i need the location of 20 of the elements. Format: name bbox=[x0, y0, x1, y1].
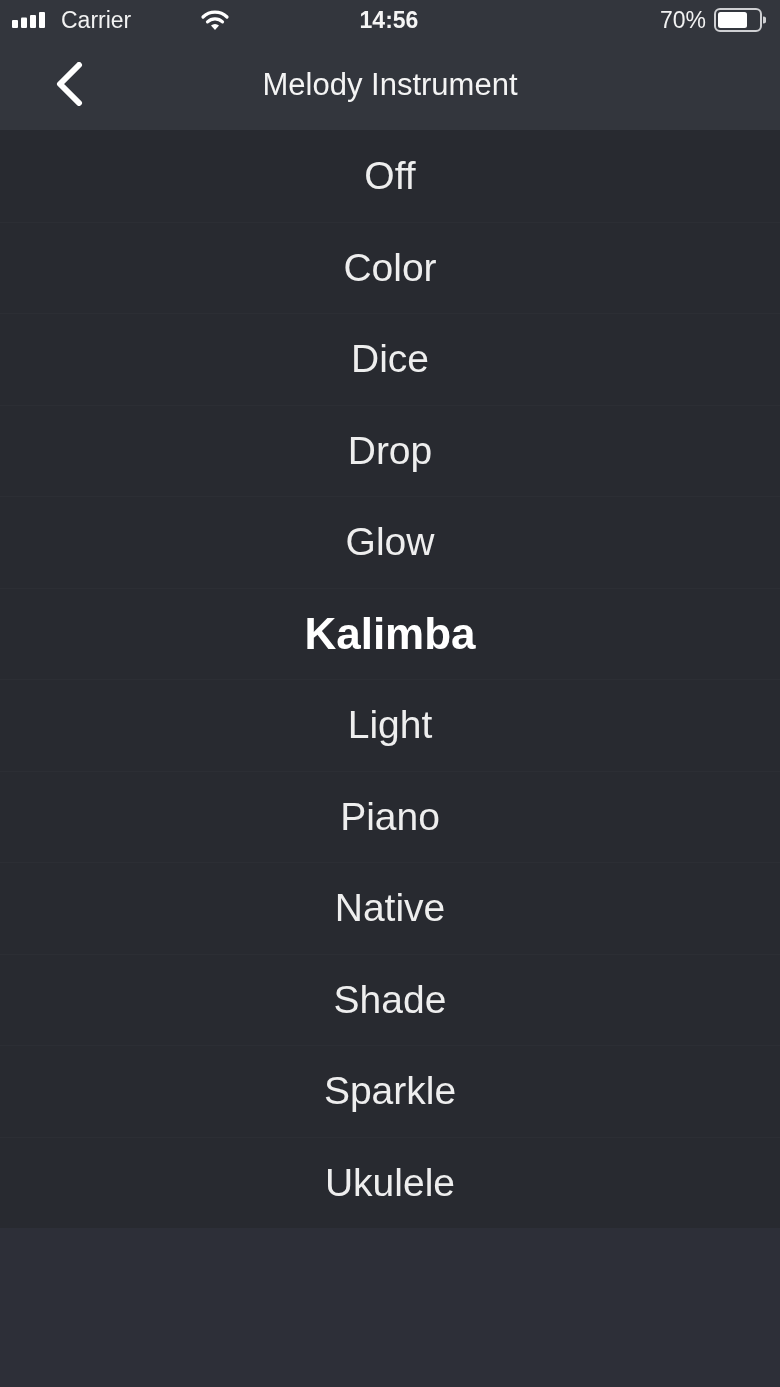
signal-icon bbox=[12, 12, 46, 28]
battery-percentage: 70% bbox=[659, 6, 706, 34]
option-item[interactable]: Native bbox=[0, 862, 780, 954]
option-item[interactable]: Ukulele bbox=[0, 1136, 780, 1228]
option-item[interactable]: Dice bbox=[0, 313, 780, 405]
screen-title: Melody Instrument bbox=[262, 67, 518, 103]
option-item[interactable]: Drop bbox=[0, 404, 780, 496]
option-item[interactable]: Light bbox=[0, 679, 780, 771]
option-item[interactable]: Piano bbox=[0, 770, 780, 862]
carrier-name: Carrier bbox=[61, 6, 132, 34]
status-time: 14:56 bbox=[359, 6, 419, 34]
option-item[interactable]: Glow bbox=[0, 496, 780, 588]
chevron-left-icon bbox=[54, 62, 84, 106]
option-item[interactable]: Off bbox=[0, 130, 780, 222]
option-item[interactable]: Kalimba bbox=[0, 587, 780, 679]
battery-icon bbox=[714, 8, 766, 32]
wifi-icon bbox=[200, 9, 231, 31]
option-item[interactable]: Sparkle bbox=[0, 1045, 780, 1137]
option-item[interactable]: Color bbox=[0, 221, 780, 313]
option-item[interactable]: Shade bbox=[0, 953, 780, 1045]
